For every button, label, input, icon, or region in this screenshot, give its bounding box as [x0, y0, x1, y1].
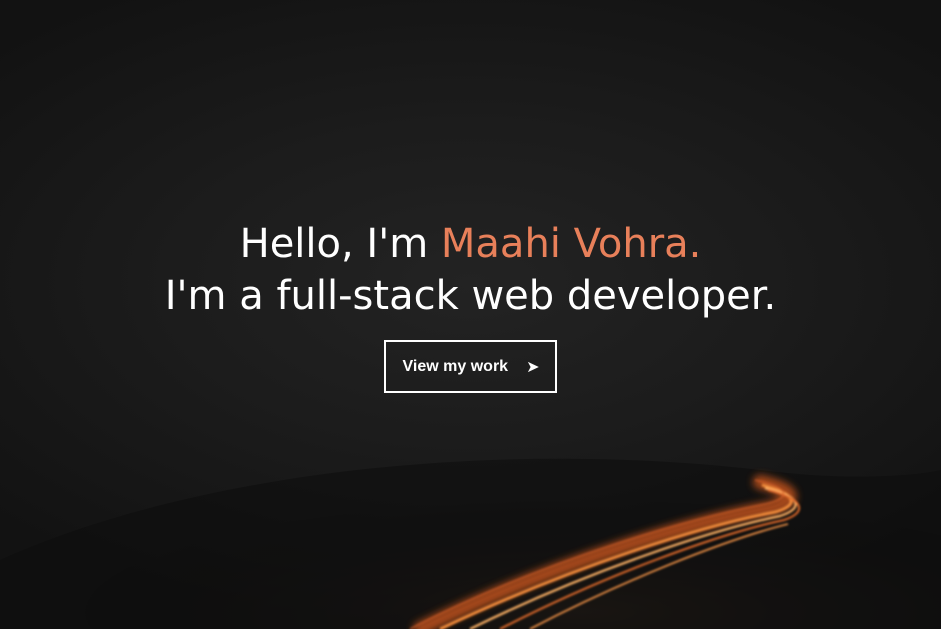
hero-section: Hello, I'm Maahi Vohra. I'm a full-stack…: [0, 0, 941, 629]
view-my-work-button[interactable]: View my work ➤: [383, 340, 558, 393]
name-highlight: Maahi Vohra.: [440, 221, 702, 267]
hero-headline: Hello, I'm Maahi Vohra. I'm a full-stack…: [0, 218, 941, 322]
tagline-text: I'm a full-stack web developer.: [164, 273, 777, 319]
cta-label: View my work: [402, 357, 509, 375]
hero-content: Hello, I'm Maahi Vohra. I'm a full-stack…: [0, 218, 941, 393]
arrow-right-icon: ➤: [526, 357, 540, 376]
greeting-text: Hello, I'm: [239, 221, 441, 267]
